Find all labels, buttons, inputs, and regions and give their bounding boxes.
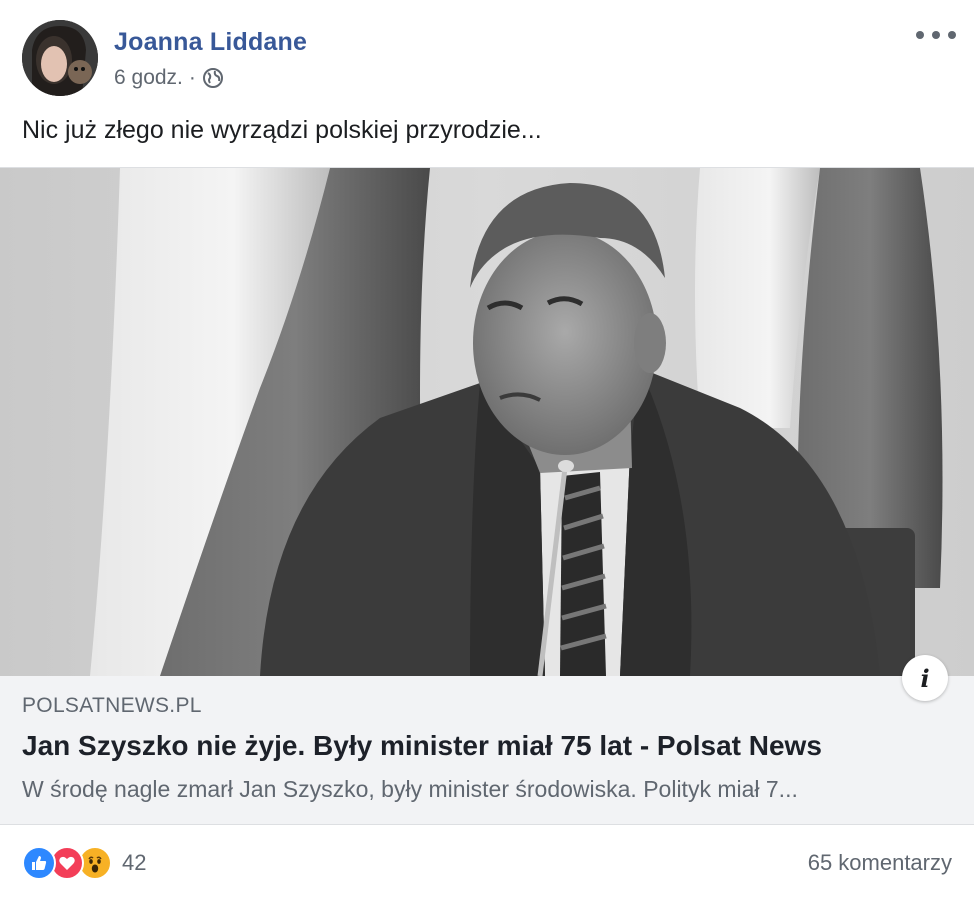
- reactions-summary[interactable]: 42: [22, 845, 146, 881]
- post-footer: 42 65 komentarzy: [0, 824, 974, 900]
- post-time[interactable]: 6 godz.: [114, 66, 183, 90]
- more-options-button[interactable]: [916, 24, 956, 46]
- link-domain: POLSATNEWS.PL: [22, 694, 202, 717]
- more-dot-icon: [932, 31, 940, 39]
- more-dot-icon: [916, 31, 924, 39]
- reaction-count: 42: [122, 850, 147, 875]
- author-name[interactable]: Joanna Liddane: [114, 28, 307, 57]
- link-preview-card[interactable]: POLSATNEWS.PL Jan Szyszko nie żyje. Były…: [0, 167, 974, 825]
- link-description: W środę nagle zmarł Jan Szyszko, były mi…: [22, 776, 798, 802]
- info-icon[interactable]: i: [902, 655, 948, 701]
- meta-separator: ·: [188, 66, 196, 89]
- more-dot-icon: [948, 31, 956, 39]
- globe-icon[interactable]: [202, 67, 224, 89]
- link-title[interactable]: Jan Szyszko nie żyje. Były minister miał…: [22, 730, 822, 762]
- like-icon: [22, 846, 56, 880]
- link-preview-image[interactable]: [0, 168, 974, 676]
- post-header: Joanna Liddane 6 godz. ·: [0, 0, 974, 110]
- post-text: Nic już złego nie wyrządzi polskiej przy…: [22, 116, 542, 144]
- post-meta: 6 godz. ·: [114, 66, 224, 90]
- avatar[interactable]: [22, 20, 98, 96]
- comments-count[interactable]: 65 komentarzy: [808, 850, 952, 876]
